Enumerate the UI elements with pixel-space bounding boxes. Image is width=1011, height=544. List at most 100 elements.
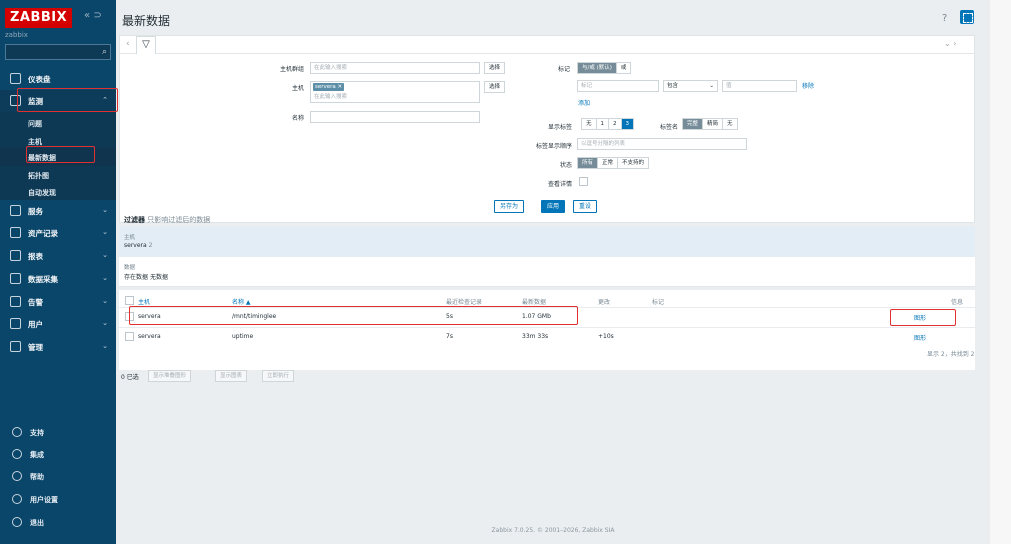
column-info: 信息 — [951, 299, 964, 306]
tag-name-label: 标签名 — [659, 124, 678, 131]
tag-name-toggle[interactable]: 完整 精简 无 — [682, 118, 738, 130]
search-icon[interactable]: ⌕ — [102, 45, 107, 59]
name-input[interactable] — [310, 111, 480, 123]
menu-data-collection[interactable]: 数据采集 ⌄ — [0, 268, 116, 290]
gear-icon — [10, 341, 21, 352]
column-name[interactable]: 名称 ▲ — [232, 297, 251, 306]
sidebar-search-input[interactable]: ⌕ — [5, 44, 111, 60]
reports-icon — [10, 250, 21, 261]
summary-hosts-key: 主机 — [124, 235, 136, 241]
menu-integrations[interactable]: 集成 — [0, 444, 116, 466]
menu-users[interactable]: 用户 ⌄ — [0, 313, 116, 335]
tags-eval-toggle[interactable]: 与/或 (默认) 或 — [577, 62, 632, 74]
state-label: 状态 — [559, 162, 572, 169]
menu-inventory[interactable]: 资产记录 ⌄ — [0, 222, 116, 244]
kiosk-mode-icon[interactable] — [960, 10, 974, 24]
submenu-discovery[interactable]: 自动发现 — [0, 183, 116, 201]
tag-name-input[interactable]: 标记 — [577, 80, 659, 92]
state-toggle[interactable]: 所有 正常 不支持的 — [577, 157, 650, 169]
chevron-left-icon[interactable]: ‹ — [126, 39, 130, 49]
menu-administration[interactable]: 管理 ⌄ — [0, 336, 116, 358]
tags-eval-and-or[interactable]: 与/或 (默认) — [578, 63, 617, 73]
show-tags-toggle[interactable]: 无 1 2 3 — [581, 118, 635, 130]
chevron-down-icon: ⌄ — [102, 228, 108, 236]
tag-operator-select[interactable]: 包含 ⌄ — [663, 80, 718, 92]
filter-collapse-controls[interactable]: ⌄ › — [944, 39, 956, 48]
state-unsupported[interactable]: 不支持的 — [618, 158, 648, 168]
state-any[interactable]: 所有 — [578, 158, 599, 168]
state-normal[interactable]: 正常 — [598, 158, 619, 168]
filter-tab-bar — [119, 35, 975, 54]
tag-remove-link[interactable]: 移除 — [802, 81, 814, 90]
sidebar-collapse-controls[interactable]: « ⊃ — [84, 10, 102, 21]
hosts-search-input[interactable]: 在此输入搜索 — [311, 92, 431, 102]
tag-priority-label: 标签显示顺序 — [535, 143, 572, 150]
tags-eval-or[interactable]: 或 — [617, 63, 631, 73]
show-tags-label: 显示标签 — [547, 124, 572, 131]
hosts-select-button[interactable]: 选择 — [484, 81, 506, 93]
zabbix-logo[interactable]: ZABBIX — [5, 8, 73, 28]
collapse-icon[interactable]: « — [84, 10, 90, 21]
menu-label: 数据采集 — [28, 275, 58, 284]
reset-button[interactable]: 重设 — [573, 200, 598, 213]
row-last-check: 7s — [446, 333, 453, 340]
kiosk-icon[interactable]: ⊃ — [93, 10, 101, 21]
row-host[interactable]: servera — [138, 333, 161, 340]
menu-alerts[interactable]: 告警 ⌄ — [0, 291, 116, 313]
show-tags-none[interactable]: 无 — [582, 119, 597, 129]
tag-add-link[interactable]: 添加 — [578, 98, 590, 107]
instance-name: zabbix — [5, 31, 28, 39]
menu-reports[interactable]: 报表 ⌄ — [0, 245, 116, 267]
filter-summary-heading: 过滤器 — [124, 216, 145, 224]
highlight-box — [17, 88, 118, 112]
apply-button[interactable]: 应用 — [541, 200, 566, 213]
menu-dashboard[interactable]: 仪表盘 — [0, 68, 116, 90]
show-tags-1[interactable]: 1 — [597, 119, 610, 129]
filter-summary-data-row[interactable] — [119, 257, 975, 287]
menu-services[interactable]: 服务 ⌄ — [0, 200, 116, 222]
show-tags-3[interactable]: 3 — [621, 119, 634, 129]
chevron-down-icon: ⌄ — [102, 251, 108, 259]
tag-value-input[interactable]: 值 — [722, 80, 797, 92]
host-groups-select-button[interactable]: 选择 — [484, 62, 506, 74]
tag-priority-input[interactable]: 以逗号分隔的列表 — [577, 138, 747, 150]
row-graph-link[interactable]: 图形 — [914, 333, 926, 342]
host-chip-servera[interactable]: servera ✕ — [313, 83, 345, 91]
inventory-icon — [10, 227, 21, 238]
submenu-label: 拓扑图 — [28, 172, 49, 180]
host-groups-label: 主机群组 — [279, 66, 304, 73]
show-tags-2[interactable]: 2 — [609, 119, 622, 129]
services-icon — [10, 205, 21, 216]
execute-now-button[interactable]: 立即执行 — [262, 370, 295, 382]
submenu-maps[interactable]: 拓扑图 — [0, 166, 116, 184]
sidebar: ZABBIX « ⊃ zabbix ⌕ 仪表盘 监测 ⌃ 问题 主机 最新数据 拓… — [0, 0, 118, 544]
menu-label: 集成 — [30, 451, 44, 459]
save-as-button[interactable]: 另存为 — [494, 200, 525, 213]
menu-label: 告警 — [28, 298, 43, 307]
menu-help[interactable]: 帮助 — [0, 466, 116, 488]
summary-data-value: 存在数据 无数据 — [124, 272, 168, 281]
tag-name-none[interactable]: 无 — [723, 119, 737, 129]
host-groups-input[interactable]: 在此输入搜索 — [310, 62, 480, 74]
submenu-problems[interactable]: 问题 — [0, 114, 116, 132]
display-stacked-graph-button[interactable]: 显示堆叠图形 — [148, 370, 192, 382]
column-host[interactable]: 主机 — [138, 297, 150, 306]
submenu-label: 自动发现 — [28, 189, 56, 197]
filter-tab-icon[interactable]: ▽ — [136, 36, 156, 54]
name-label: 名称 — [291, 115, 304, 122]
highlight-box — [890, 309, 956, 326]
tag-name-full[interactable]: 完整 — [683, 119, 704, 129]
help-icon[interactable]: ? — [942, 13, 947, 24]
display-graph-button[interactable]: 显示图表 — [215, 370, 248, 382]
row-item-name[interactable]: uptime — [232, 333, 253, 340]
menu-support[interactable]: 支持 — [0, 422, 116, 444]
select-all-checkbox[interactable] — [125, 296, 134, 305]
summary-data-key: 数据 — [124, 265, 136, 271]
selected-count: 0 已选 — [121, 374, 139, 381]
show-details-checkbox[interactable] — [579, 177, 588, 186]
row-checkbox[interactable] — [125, 332, 134, 341]
menu-label: 资产记录 — [28, 229, 58, 238]
filter-summary-hosts-row[interactable] — [119, 227, 975, 257]
tag-name-short[interactable]: 精简 — [703, 119, 724, 129]
menu-user-settings[interactable]: 用户设置 — [0, 489, 116, 511]
